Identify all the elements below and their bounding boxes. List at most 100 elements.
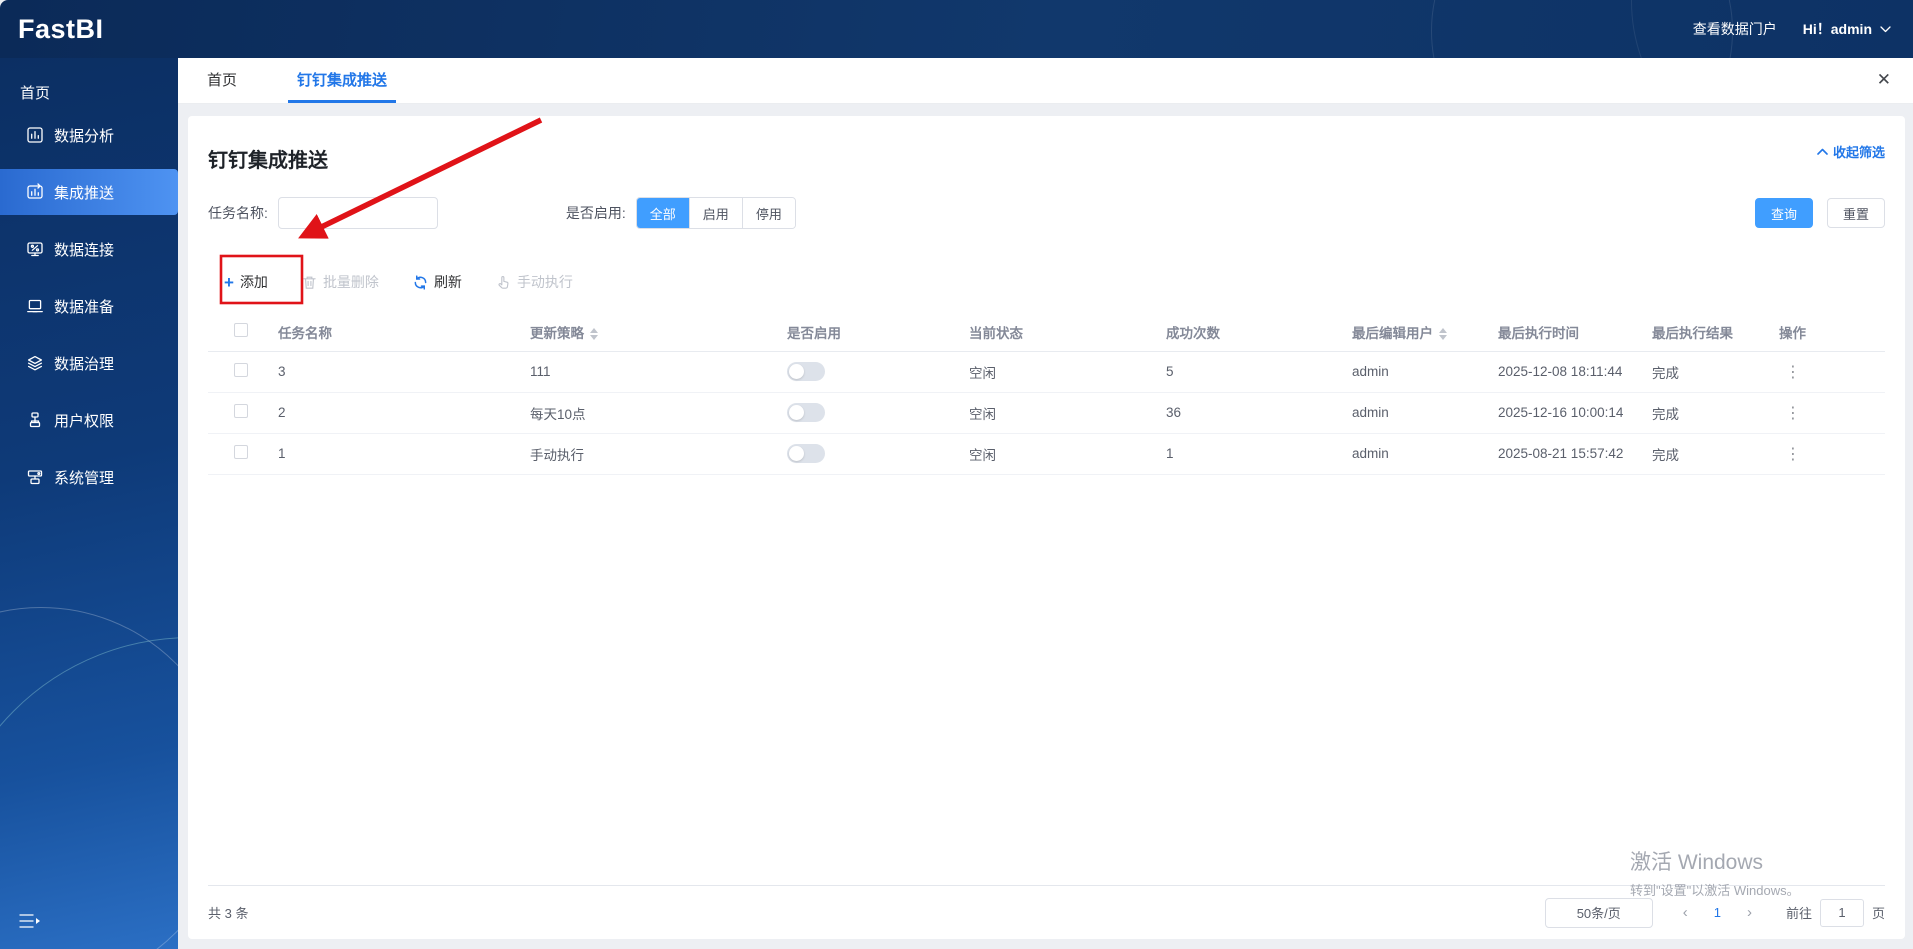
search-button[interactable]: 查询 <box>1754 198 1813 228</box>
page-unit-label: 页 <box>1871 906 1885 921</box>
total-count-label: 共 3 条 <box>208 906 249 921</box>
main-area: 首页 钉钉集成推送 ✕ 钉钉集成推送 收起筛选 任务名称: 是否启用: 全部 启… <box>178 58 1913 949</box>
enable-toggle[interactable] <box>787 362 825 381</box>
chevron-down-icon <box>1880 25 1891 32</box>
content-area: 钉钉集成推送 收起筛选 任务名称: 是否启用: 全部 启用 停用 查询 重置 +… <box>178 105 1913 949</box>
table-row: 1 手动执行 空闲 1 admin 2025-08-21 15:57:42 完成… <box>208 433 1885 475</box>
sidebar-item-label: 数据分析 <box>54 127 115 145</box>
sidebar-item-label: 集成推送 <box>54 184 115 202</box>
reset-button[interactable]: 重置 <box>1826 198 1885 228</box>
tab-home[interactable]: 首页 <box>198 58 246 103</box>
sidebar-item-data-analysis[interactable]: 数据分析 <box>0 112 178 158</box>
enable-option-all[interactable]: 全部 <box>636 198 690 228</box>
select-all-checkbox[interactable] <box>234 323 248 338</box>
cell-run-time: 2025-08-21 15:57:42 <box>1486 433 1640 475</box>
view-data-portal-link[interactable]: 查看数据门户 <box>1693 19 1777 39</box>
enable-filter-label: 是否启用: <box>565 205 626 221</box>
toggle-knob <box>789 405 804 420</box>
sidebar-item-label: 数据准备 <box>54 298 115 316</box>
task-name-input[interactable] <box>277 197 438 229</box>
toggle-knob <box>789 446 804 461</box>
col-update-strategy[interactable]: 更新策略 <box>518 313 775 352</box>
row-more-actions-icon[interactable]: ⋮ <box>1779 405 1807 422</box>
row-checkbox[interactable] <box>234 445 248 459</box>
enable-toggle[interactable] <box>787 403 825 422</box>
batch-delete-button[interactable]: 批量删除 <box>302 272 379 292</box>
sidebar-item-label: 系统管理 <box>54 469 115 487</box>
refresh-icon <box>413 274 428 290</box>
enable-option-enabled[interactable]: 启用 <box>689 198 743 228</box>
col-last-editor[interactable]: 最后编辑用户 <box>1340 313 1486 352</box>
next-page-icon[interactable]: › <box>1747 904 1752 921</box>
cell-status: 空闲 <box>957 351 1154 393</box>
plus-icon: + <box>224 272 234 292</box>
chevron-up-icon <box>1817 148 1828 155</box>
app-logo: FastBI <box>18 13 104 44</box>
cell-success-count: 36 <box>1154 392 1340 434</box>
sidebar-item-integration-push[interactable]: 集成推送 <box>0 169 178 215</box>
sort-icon[interactable] <box>1439 328 1447 341</box>
trash-icon <box>302 275 317 290</box>
page-title: 钉钉集成推送 <box>208 150 328 172</box>
fastbi-app: FastBI 查看数据门户 Hi！admin 首页 数据分析 集成推送 数据连接… <box>0 0 1913 949</box>
filter-row: 任务名称: 是否启用: 全部 启用 停用 查询 重置 <box>208 197 1885 229</box>
sidebar-item-data-preparation[interactable]: 数据准备 <box>0 283 178 329</box>
sidebar-item-data-governance[interactable]: 数据治理 <box>0 340 178 386</box>
top-header: FastBI 查看数据门户 Hi！admin <box>0 0 1913 58</box>
card-head: 钉钉集成推送 收起筛选 <box>208 116 1885 173</box>
user-menu[interactable]: Hi！admin <box>1803 19 1891 39</box>
sidebar: 首页 数据分析 集成推送 数据连接 数据准备 数据治理 用户权限 系统管理 <box>0 58 178 949</box>
table-row: 2 每天10点 空闲 36 admin 2025-12-16 10:00:14 … <box>208 392 1885 434</box>
row-more-actions-icon[interactable]: ⋮ <box>1779 446 1807 463</box>
row-checkbox[interactable] <box>234 363 248 377</box>
cell-task-name: 1 <box>266 433 518 475</box>
refresh-label: 刷新 <box>433 274 462 290</box>
task-table: 任务名称 更新策略 是否启用 当前状态 成功次数 最后编辑用户 最后执行时间 最… <box>208 313 1885 475</box>
hand-click-icon <box>496 275 511 290</box>
add-button-label: 添加 <box>239 274 268 290</box>
sidebar-item-label: 数据连接 <box>54 241 115 259</box>
toolbar: + 添加 批量删除 刷新 手动执行 <box>208 265 1885 299</box>
enable-toggle[interactable] <box>787 444 825 463</box>
sidebar-collapse-button[interactable] <box>18 911 42 931</box>
manual-run-label: 手动执行 <box>516 274 573 290</box>
cell-run-result: 完成 <box>1640 433 1767 475</box>
sidebar-item-data-connection[interactable]: 数据连接 <box>0 226 178 272</box>
manual-run-button[interactable]: 手动执行 <box>496 272 573 292</box>
header-right: 查看数据门户 Hi！admin <box>1693 19 1891 39</box>
monitor-percent-icon <box>26 240 44 258</box>
cell-status: 空闲 <box>957 433 1154 475</box>
task-name-label: 任务名称: <box>208 205 268 221</box>
layers-icon <box>26 354 44 372</box>
goto-page-input[interactable] <box>1819 898 1864 927</box>
user-greeting: Hi！admin <box>1802 21 1872 37</box>
table-header-row: 任务名称 更新策略 是否启用 当前状态 成功次数 最后编辑用户 最后执行时间 最… <box>208 313 1885 352</box>
cell-task-name: 2 <box>266 392 518 434</box>
collapse-filter-link[interactable]: 收起筛选 <box>1817 142 1885 161</box>
enable-option-disabled[interactable]: 停用 <box>742 198 795 228</box>
prev-page-icon[interactable]: ‹ <box>1683 904 1688 921</box>
page-number[interactable]: 1 <box>1714 905 1721 920</box>
tab-dingtalk-push[interactable]: 钉钉集成推送 <box>288 58 397 103</box>
col-last-run-result: 最后执行结果 <box>1640 313 1767 352</box>
cell-editor: admin <box>1340 433 1486 475</box>
cell-status: 空闲 <box>957 392 1154 434</box>
toggle-knob <box>789 364 804 379</box>
page-size-select[interactable]: 50条/页 <box>1544 897 1653 928</box>
refresh-button[interactable]: 刷新 <box>413 272 462 292</box>
sidebar-item-home[interactable]: 首页 <box>0 58 178 112</box>
page-nav: ‹ 1 › <box>1683 904 1752 921</box>
sidebar-item-system-management[interactable]: 系统管理 <box>0 454 178 500</box>
cell-editor: admin <box>1340 351 1486 393</box>
pagination-controls: 50条/页 ‹ 1 › 前往 页 <box>1544 897 1885 928</box>
close-icon[interactable]: ✕ <box>1877 71 1891 88</box>
sort-icon[interactable] <box>590 328 598 341</box>
row-checkbox[interactable] <box>234 404 248 418</box>
add-button[interactable]: + 添加 <box>224 272 268 292</box>
push-chart-icon <box>26 183 44 201</box>
row-more-actions-icon[interactable]: ⋮ <box>1779 364 1807 381</box>
col-current-status: 当前状态 <box>957 313 1154 352</box>
cell-run-result: 完成 <box>1640 351 1767 393</box>
sidebar-item-user-permissions[interactable]: 用户权限 <box>0 397 178 443</box>
